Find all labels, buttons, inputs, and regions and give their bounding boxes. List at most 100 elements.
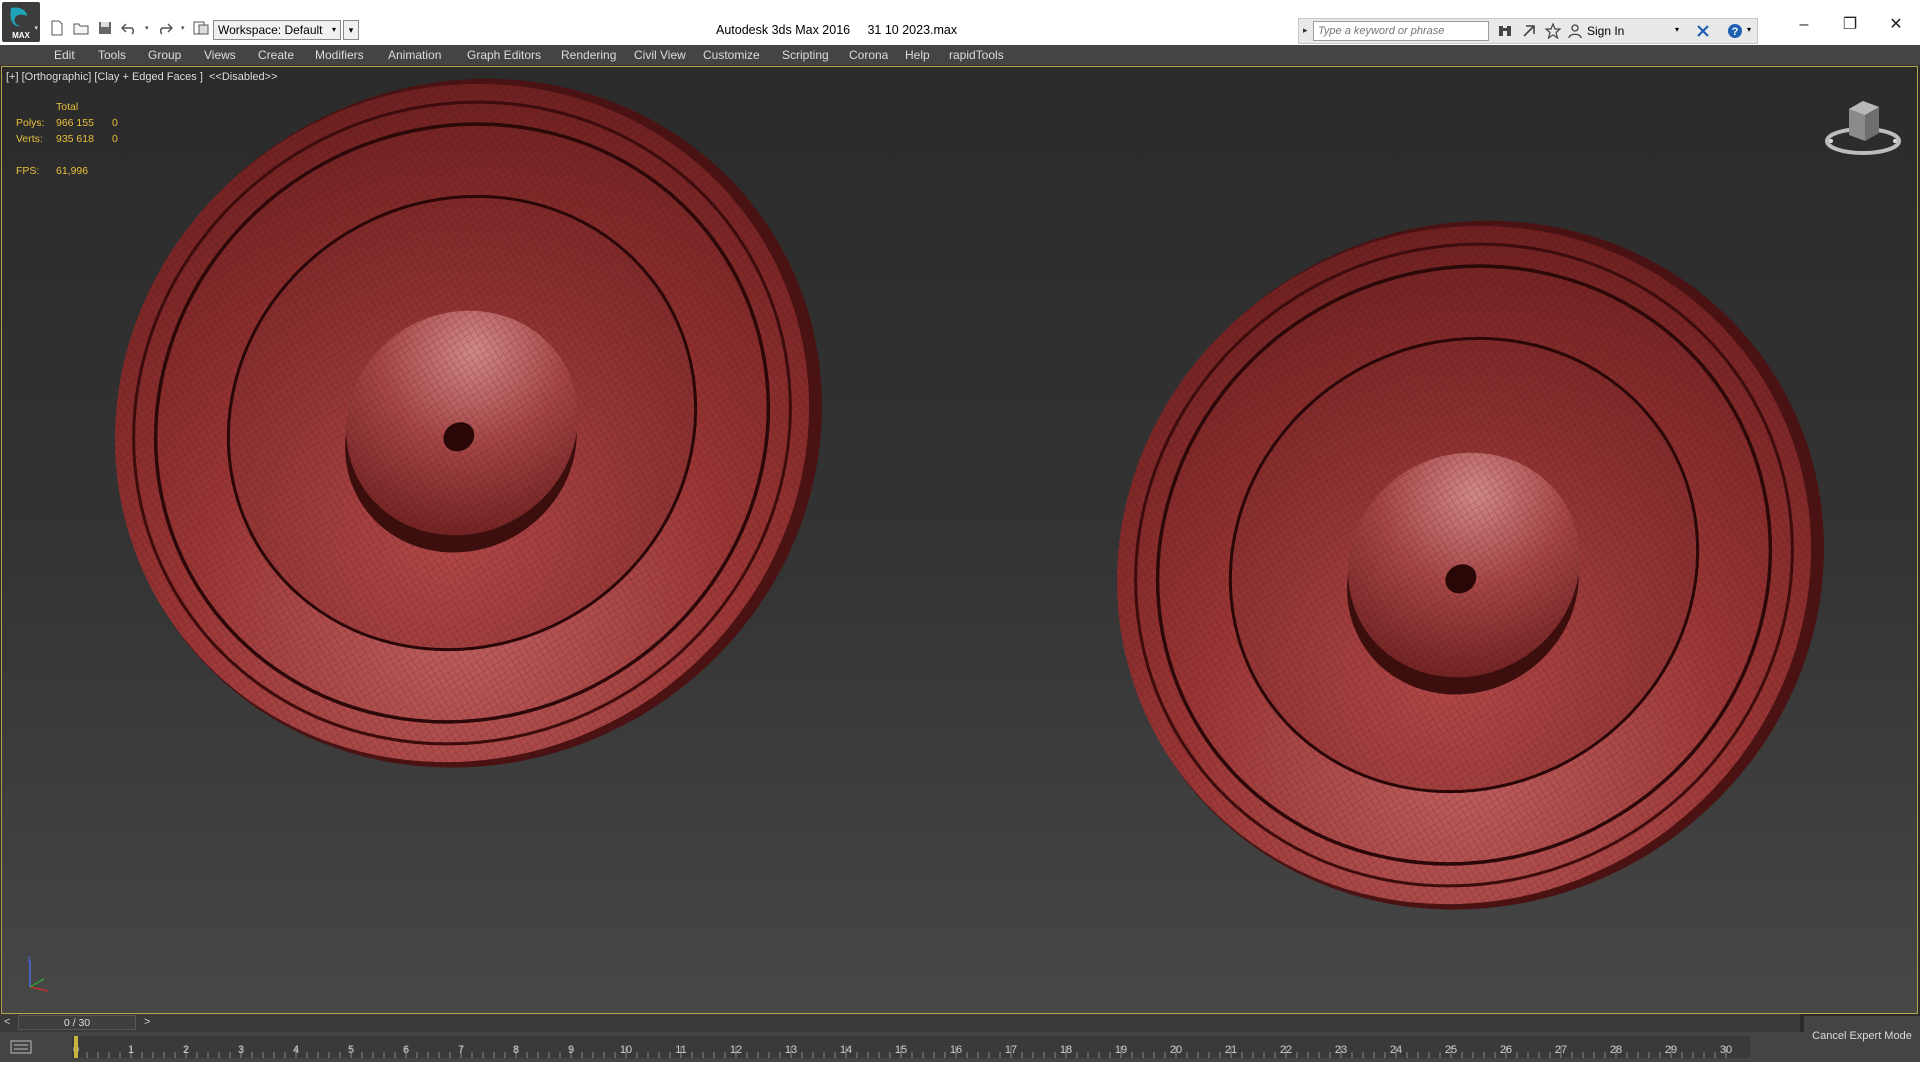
ruler-label: 15 (895, 1044, 907, 1056)
polys-total: 966 155 (56, 117, 94, 129)
ruler-label: 2 (183, 1044, 189, 1056)
viewport-label-menu[interactable]: [+] [Orthographic] [Clay + Edged Faces ]… (6, 71, 278, 83)
sign-in-link[interactable]: Sign In (1587, 24, 1624, 38)
menu-modifiers[interactable]: Modifiers (315, 48, 364, 62)
time-slider-thumb[interactable]: 0 / 30 (18, 1015, 136, 1030)
menu-customize[interactable]: Customize (703, 48, 760, 62)
menu-civil-view[interactable]: Civil View (634, 48, 686, 62)
ruler-label: 6 (403, 1044, 409, 1056)
ruler-label: 21 (1225, 1044, 1237, 1056)
close-button[interactable]: ✕ (1876, 14, 1916, 36)
orthographic-viewport[interactable]: [+] [Orthographic] [Clay + Edged Faces ]… (1, 66, 1918, 1014)
menu-create[interactable]: Create (258, 48, 294, 62)
status-bar (0, 1062, 1920, 1080)
menu-views[interactable]: Views (204, 48, 236, 62)
app-logo-text: MAX (12, 31, 30, 40)
ruler-label: 17 (1005, 1044, 1017, 1056)
speaker-mesh-right[interactable] (988, 88, 1918, 1014)
axis-tripod-icon: z (27, 955, 49, 992)
menu-scripting[interactable]: Scripting (782, 48, 829, 62)
menu-rendering[interactable]: Rendering (561, 48, 616, 62)
quick-access-customize-button[interactable]: ▾ (343, 20, 359, 40)
viewcube-icon[interactable] (1823, 89, 1903, 159)
menu-edit[interactable]: Edit (54, 48, 75, 62)
time-slider[interactable]: < 0 / 30 > (0, 1014, 1800, 1032)
mini-curve-editor-icon[interactable] (10, 1040, 32, 1054)
open-file-icon[interactable] (73, 20, 89, 36)
project-folder-icon[interactable] (193, 20, 209, 36)
speaker-mesh-left[interactable] (2, 67, 952, 900)
restore-button[interactable]: ❐ (1830, 14, 1870, 36)
undo-dropdown-icon[interactable]: ▾ (145, 24, 149, 32)
ruler-label: 25 (1445, 1044, 1457, 1056)
ruler-label: 26 (1500, 1044, 1512, 1056)
menu-rapidtools[interactable]: rapidTools (949, 48, 1004, 62)
next-frame-button[interactable]: > (144, 1016, 150, 1028)
ruler-label: 4 (293, 1044, 299, 1056)
title-bar: MAX ▾ ▾ ▾ Workspace: Default ▾ ▾ Autodes… (0, 0, 1920, 45)
communication-center-icon[interactable] (1521, 23, 1537, 39)
ruler-label: 13 (785, 1044, 797, 1056)
svg-text:?: ? (1732, 26, 1739, 38)
undo-icon[interactable] (121, 20, 137, 36)
minimize-button[interactable]: – (1784, 14, 1824, 36)
ruler-label: 8 (513, 1044, 519, 1056)
ruler-label: 20 (1170, 1044, 1182, 1056)
previous-frame-button[interactable]: < (4, 1016, 10, 1028)
infocenter-toolbar: ▸ Sign In ▾ ? ▾ (1298, 18, 1758, 44)
ruler-label: 12 (730, 1044, 742, 1056)
ruler-label: 3 (238, 1044, 244, 1056)
fps-label: FPS: (16, 165, 40, 177)
ruler-label: 27 (1555, 1044, 1567, 1056)
exchange-apps-icon[interactable] (1695, 23, 1711, 39)
ruler-label: 24 (1390, 1044, 1402, 1056)
scene-meshes[interactable] (2, 67, 1918, 1014)
application-button[interactable]: MAX ▾ (2, 2, 40, 42)
ruler-label: 28 (1610, 1044, 1622, 1056)
search-input[interactable] (1313, 21, 1489, 41)
ruler-label: 1 (128, 1044, 134, 1056)
verts-selected: 0 (112, 133, 118, 145)
binoculars-search-icon[interactable] (1497, 23, 1513, 39)
track-bar-strip[interactable]: 0123456789101112131415161718192021222324… (72, 1036, 1750, 1058)
ruler-label: 14 (840, 1044, 852, 1056)
workspace-dropdown[interactable]: Workspace: Default ▾ (213, 20, 341, 40)
save-icon[interactable] (97, 20, 113, 36)
chevron-down-icon: ▾ (34, 25, 38, 32)
ruler-label: 16 (950, 1044, 962, 1056)
polys-label: Polys: (16, 117, 45, 129)
menu-help[interactable]: Help (905, 48, 930, 62)
chevron-down-icon[interactable]: ▾ (1747, 25, 1751, 34)
window-title: Autodesk 3ds Max 2016 31 10 2023.max (716, 23, 958, 37)
menu-graph-editors[interactable]: Graph Editors (467, 48, 541, 62)
3dsmax-logo-icon (10, 7, 27, 27)
ruler-label: 23 (1335, 1044, 1347, 1056)
menu-tools[interactable]: Tools (98, 48, 126, 62)
ruler-label: 18 (1060, 1044, 1072, 1056)
ruler-label: 9 (568, 1044, 574, 1056)
frame-ruler[interactable]: 0123456789101112131415161718192021222324… (72, 1036, 1750, 1058)
ruler-label: 19 (1115, 1044, 1127, 1056)
redo-dropdown-icon[interactable]: ▾ (181, 24, 185, 32)
chevron-down-icon[interactable]: ▾ (1675, 25, 1679, 34)
collapse-arrow-icon[interactable]: ▸ (1303, 25, 1308, 36)
menu-group[interactable]: Group (148, 48, 181, 62)
verts-label: Verts: (16, 133, 43, 145)
ruler-label: 5 (348, 1044, 354, 1056)
ruler-label: 7 (458, 1044, 464, 1056)
ruler-label: 29 (1665, 1044, 1677, 1056)
track-bar: 0123456789101112131415161718192021222324… (0, 1032, 1920, 1062)
cancel-expert-mode-button[interactable]: Cancel Expert Mode (1804, 1016, 1920, 1060)
menu-animation[interactable]: Animation (388, 48, 441, 62)
polys-selected: 0 (112, 117, 118, 129)
user-account-icon[interactable] (1567, 23, 1583, 39)
favorites-star-icon[interactable] (1545, 23, 1561, 39)
stats-header: Total (56, 101, 79, 113)
new-file-icon[interactable] (49, 20, 65, 36)
ruler-label: 30 (1720, 1044, 1732, 1056)
current-frame-marker[interactable] (74, 1036, 78, 1058)
chevron-down-icon: ▾ (331, 25, 336, 34)
menu-corona[interactable]: Corona (849, 48, 888, 62)
redo-icon[interactable] (157, 20, 173, 36)
help-icon[interactable]: ? (1727, 23, 1743, 39)
